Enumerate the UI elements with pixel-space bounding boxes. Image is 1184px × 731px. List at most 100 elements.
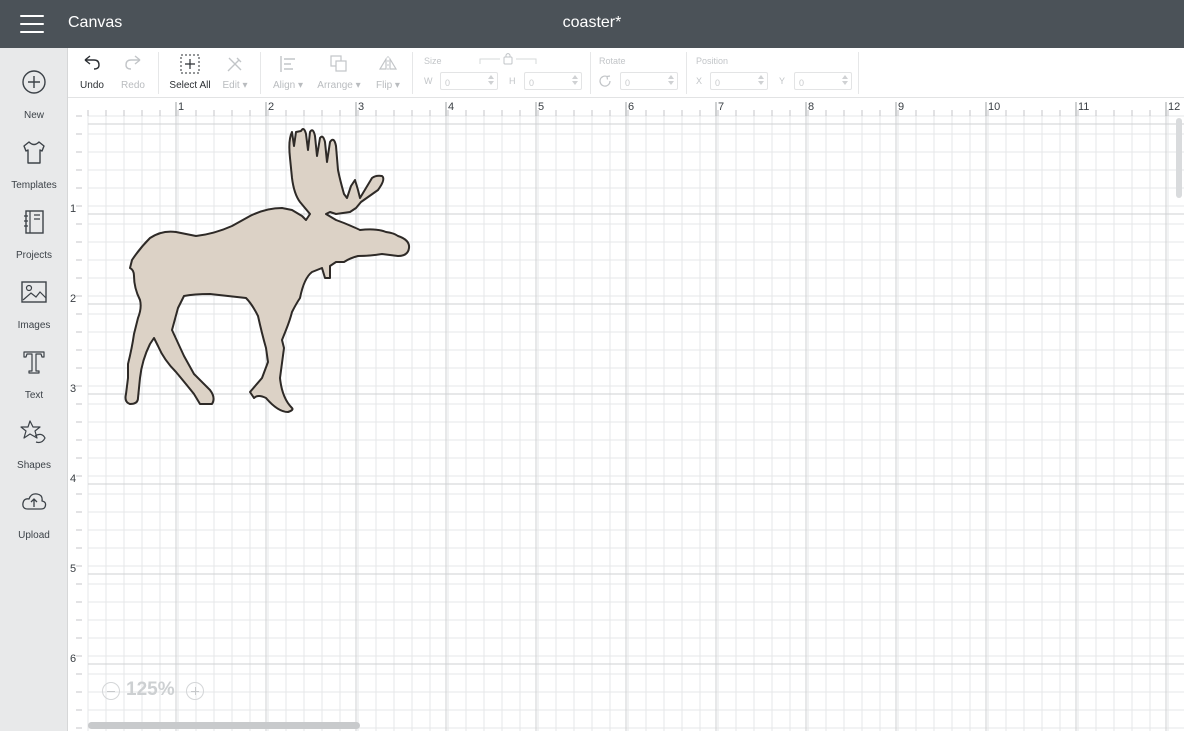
toolbar-divider: [686, 52, 687, 94]
app-title: Canvas: [68, 14, 123, 31]
ruler-label-top: 1: [178, 101, 184, 113]
ruler-label-top: 9: [898, 101, 904, 113]
position-group-label: Position: [696, 56, 729, 66]
height-field-label: H: [509, 76, 516, 86]
undo-icon: [84, 55, 100, 70]
height-input[interactable]: [524, 72, 582, 91]
undo-label: Undo: [80, 80, 104, 91]
flip-menu-button[interactable]: Flip ▾: [370, 48, 406, 98]
x-position-input[interactable]: [710, 72, 768, 91]
rotate-stepper[interactable]: [666, 74, 676, 88]
zoom-level: 125%: [126, 679, 175, 700]
flip-text: Flip: [376, 80, 393, 91]
toolbar-divider: [590, 52, 591, 94]
align-text: Align: [272, 80, 296, 91]
ruler-label-top: 7: [718, 101, 724, 113]
arrange-text: Arrange: [317, 80, 353, 91]
sidebar-item-label: Upload: [18, 530, 50, 541]
document-title: coaster*: [562, 14, 622, 31]
vertical-scrollbar[interactable]: [1176, 118, 1182, 198]
select-all-label: Select All: [169, 80, 211, 91]
y-position-input[interactable]: [794, 72, 852, 91]
select-all-button[interactable]: Select All: [166, 48, 214, 98]
sidebar-item-templates[interactable]: Templates: [0, 132, 68, 198]
ruler-label-top: 4: [448, 101, 454, 113]
y-stepper[interactable]: [840, 74, 850, 88]
text-icon: [23, 351, 45, 374]
plus-circle-icon: [22, 70, 46, 94]
redo-button[interactable]: Redo: [116, 48, 150, 98]
arrange-icon: [330, 55, 347, 72]
sidebar-item-projects[interactable]: Projects: [0, 202, 68, 268]
sidebar-item-label: Shapes: [17, 460, 51, 471]
arrange-menu-button[interactable]: Arrange ▾: [314, 48, 364, 98]
sidebar-item-text[interactable]: Text: [0, 342, 68, 408]
redo-label: Redo: [121, 80, 145, 91]
zoom-out-button[interactable]: [102, 682, 120, 700]
upload-cloud-icon: [22, 493, 47, 510]
top-bar: Canvas coaster*: [0, 0, 1184, 48]
rotate-input[interactable]: [620, 72, 678, 91]
lock-icon[interactable]: [478, 52, 538, 66]
size-group-label: Size: [424, 56, 442, 66]
canvas-grid: 1 2 3 4 5 6 7 8 9 10 11 12123456: [70, 101, 1184, 731]
design-canvas[interactable]: 1 2 3 4 5 6 7 8 9 10 11 12 1 2 3 4 5 6: [68, 98, 1184, 731]
edit-text: Edit: [222, 80, 240, 91]
ruler-label-top: 3: [358, 101, 364, 113]
sidebar-item-new[interactable]: New: [0, 62, 68, 128]
align-label: Align ▾: [272, 80, 304, 91]
ruler-label-left: 5: [70, 563, 76, 575]
projects-icon: [24, 210, 44, 234]
sidebar-item-label: Text: [24, 390, 44, 401]
edit-menu-button[interactable]: Edit ▾: [218, 48, 252, 98]
sidebar-item-images[interactable]: Images: [0, 272, 68, 338]
align-icon: [280, 56, 295, 72]
ruler-label-top: 12: [1168, 101, 1180, 113]
edit-toolbar: Undo Redo Select All Edit ▾ Align ▾ Arra…: [68, 48, 1184, 98]
toolbar-divider: [858, 52, 859, 94]
redo-icon: [125, 55, 141, 70]
height-stepper[interactable]: [570, 74, 580, 88]
shapes-icon: [20, 420, 46, 444]
edit-tools-icon: [227, 57, 242, 72]
ruler-label-top: 2: [268, 101, 274, 113]
left-sidebar: New Templates Projects Images Text Shape…: [0, 48, 68, 731]
toolbar-divider: [412, 52, 413, 94]
ruler-label-top: 5: [538, 101, 544, 113]
flip-label: Flip ▾: [376, 80, 400, 91]
sidebar-item-upload[interactable]: Upload: [0, 482, 68, 548]
y-field-label: Y: [779, 76, 786, 86]
x-field-label: X: [696, 76, 703, 86]
image-icon: [21, 281, 47, 303]
width-stepper[interactable]: [486, 74, 496, 88]
width-field-label: W: [424, 76, 433, 86]
grid-layer: [87, 115, 1184, 731]
moose-shape[interactable]: [124, 128, 411, 413]
align-menu-button[interactable]: Align ▾: [268, 48, 308, 98]
menu-icon[interactable]: [20, 15, 44, 33]
ruler-label-top: 8: [808, 101, 814, 113]
ruler-label-left: 4: [70, 473, 76, 485]
x-stepper[interactable]: [756, 74, 766, 88]
zoom-control: 125%: [96, 672, 210, 710]
rotate-group-label: Rotate: [599, 56, 626, 66]
tshirt-icon: [23, 141, 45, 164]
zoom-in-button[interactable]: [186, 682, 204, 700]
toolbar-divider: [260, 52, 261, 94]
ruler-label-left: 3: [70, 383, 76, 395]
horizontal-scrollbar[interactable]: [88, 722, 360, 729]
sidebar-item-label: Templates: [11, 180, 57, 191]
undo-button[interactable]: Undo: [74, 48, 110, 98]
ruler-label-top: 11: [1078, 101, 1089, 113]
select-all-icon: [180, 54, 200, 74]
ruler-label-left: 1: [70, 203, 76, 215]
sidebar-item-label: New: [23, 110, 44, 121]
rotate-icon: [599, 75, 611, 87]
width-input[interactable]: [440, 72, 498, 91]
sidebar-item-shapes[interactable]: Shapes: [0, 412, 68, 478]
rulers: 1 2 3 4 5 6 7 8 9 10 11 12123456: [70, 101, 1180, 729]
ruler-label-left: 2: [70, 293, 76, 305]
arrange-label: Arrange ▾: [317, 80, 361, 91]
sidebar-item-label: Images: [17, 320, 51, 331]
ruler-label-left: 6: [70, 653, 76, 665]
